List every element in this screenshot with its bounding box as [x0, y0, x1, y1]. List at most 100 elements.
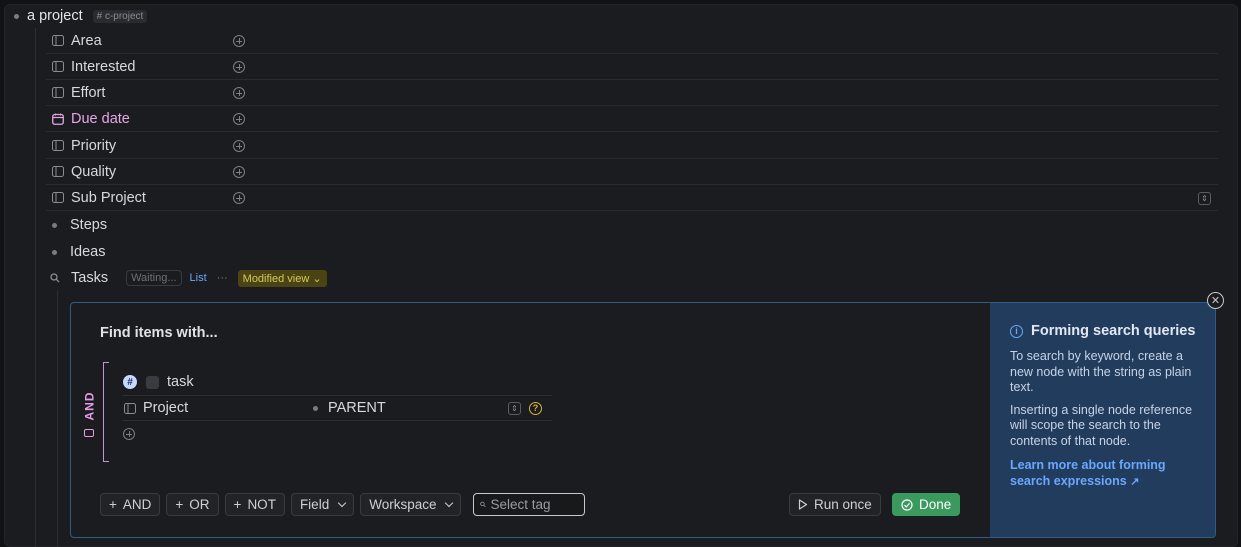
field-icon — [51, 139, 65, 153]
query-field-value-label[interactable]: PARENT — [328, 400, 386, 416]
root-node[interactable]: a project # c-project — [14, 6, 148, 26]
select-tag-field[interactable] — [473, 493, 586, 516]
help-paragraph: To search by keyword, create a new node … — [1010, 349, 1192, 394]
query-field-value[interactable]: PARENT — [313, 400, 386, 416]
close-icon[interactable]: ✕ — [1207, 292, 1224, 309]
modified-view-label: Modified view — [242, 272, 310, 285]
field-row-due-date[interactable]: Due date — [46, 106, 1218, 132]
stepper-icon[interactable]: ⇕ — [1198, 192, 1211, 205]
field-dropdown[interactable]: Field — [290, 493, 355, 516]
and-bracket — [103, 362, 109, 462]
root-node-title[interactable]: a project — [27, 8, 83, 24]
calendar-icon — [51, 112, 65, 126]
query-title: Find items with... — [100, 325, 218, 341]
query-tag-row[interactable]: # task — [123, 369, 552, 395]
workspace-dropdown[interactable]: Workspace — [360, 493, 462, 516]
field-icon — [51, 86, 65, 100]
chevron-down-icon — [445, 498, 454, 507]
add-not-button[interactable]: + NOT — [224, 493, 285, 516]
learn-more-label[interactable]: Learn more about forming search expressi… — [1010, 458, 1166, 488]
indent-guide — [57, 290, 58, 547]
node-label[interactable]: Ideas — [70, 244, 105, 260]
operator-icon — [84, 429, 94, 437]
search-node-tasks[interactable]: Tasks Waiting... List ··· Modified view … — [50, 266, 327, 290]
add-value-icon[interactable] — [233, 112, 245, 125]
help-icon[interactable]: ? — [529, 401, 542, 415]
waiting-chip: Waiting... — [126, 270, 182, 286]
field-row-area[interactable]: Area — [46, 28, 1218, 54]
add-value-icon[interactable] — [233, 34, 245, 47]
field-row-interested[interactable]: Interested — [46, 54, 1218, 80]
add-and-button[interactable]: + AND — [100, 493, 161, 516]
node-label[interactable]: Steps — [70, 217, 107, 233]
add-condition-icon[interactable] — [123, 428, 135, 440]
search-icon — [480, 501, 487, 508]
search-query-panel: Find items with... AND # task Project PA… — [70, 302, 1216, 538]
node-bullet[interactable] — [52, 249, 57, 255]
query-add-row[interactable] — [123, 421, 552, 447]
search-node-label[interactable]: Tasks — [71, 270, 108, 286]
field-label: Priority — [71, 137, 117, 154]
search-help-sidebar: i Forming search queries To search by ke… — [990, 303, 1215, 537]
field-row-effort[interactable]: Effort — [46, 80, 1218, 106]
done-button[interactable]: Done — [892, 493, 961, 516]
modified-view-button[interactable]: Modified view ⌄ — [237, 269, 327, 287]
done-label: Done — [919, 497, 952, 512]
add-or-button[interactable]: + OR — [166, 493, 219, 516]
more-options-icon[interactable]: ··· — [217, 272, 228, 284]
query-tag-label[interactable]: task — [167, 374, 194, 390]
add-not-label: NOT — [247, 497, 276, 512]
add-value-icon[interactable] — [233, 165, 245, 178]
plus-icon: + — [109, 497, 117, 512]
select-tag-input[interactable] — [490, 497, 579, 512]
view-list-link[interactable]: List — [190, 272, 207, 284]
hash-icon: # — [123, 375, 137, 389]
help-title: i Forming search queries — [1010, 323, 1196, 339]
add-value-icon[interactable] — [233, 60, 245, 73]
indent-guide — [35, 28, 36, 547]
field-dropdown-label: Field — [299, 497, 330, 512]
field-label: Effort — [71, 84, 106, 101]
field-row-quality[interactable]: Quality — [46, 159, 1218, 185]
play-icon — [798, 499, 808, 510]
add-value-icon[interactable] — [233, 86, 245, 99]
external-link-icon: ↗ — [1130, 475, 1140, 488]
learn-more-link[interactable]: Learn more about forming search expressi… — [1010, 458, 1196, 490]
field-label: Sub Project — [71, 189, 146, 206]
query-toolbar: + AND + OR + NOT Field Workspace — [100, 493, 586, 516]
add-value-icon[interactable] — [233, 191, 245, 204]
help-paragraph: Inserting a single node reference will s… — [1010, 402, 1193, 448]
checkbox-icon[interactable] — [146, 375, 159, 389]
node-steps[interactable]: Steps — [52, 213, 107, 237]
check-circle-icon — [901, 498, 913, 511]
add-value-icon[interactable] — [233, 139, 245, 152]
supertag-chip[interactable]: # c-project — [92, 9, 148, 23]
run-once-label: Run once — [814, 497, 872, 512]
and-operator-toggle[interactable]: AND — [75, 387, 103, 437]
field-label: Area — [71, 32, 102, 49]
field-icon — [51, 191, 65, 205]
search-icon[interactable] — [50, 270, 60, 286]
node-bullet — [313, 405, 318, 411]
field-icon — [51, 60, 65, 74]
add-or-label: OR — [189, 497, 210, 512]
node-bullet[interactable] — [14, 13, 19, 19]
chevron-down-icon: ⌄ — [312, 272, 322, 285]
node-ideas[interactable]: Ideas — [52, 240, 105, 264]
field-row-priority[interactable]: Priority — [46, 133, 1218, 159]
chevron-down-icon — [337, 498, 347, 507]
run-once-button[interactable]: Run once — [789, 493, 881, 516]
field-icon — [123, 401, 137, 415]
field-icon — [51, 34, 65, 48]
field-icon — [51, 165, 65, 179]
workspace-dropdown-label: Workspace — [369, 497, 437, 512]
stepper-icon[interactable]: ⇕ — [508, 401, 521, 415]
help-title-text: Forming search queries — [1031, 323, 1196, 339]
info-icon: i — [1010, 324, 1023, 338]
field-label: Due date — [71, 110, 130, 127]
node-bullet[interactable] — [52, 222, 57, 228]
add-and-label: AND — [122, 497, 152, 512]
query-field-row[interactable]: Project PARENT ⇕ ? — [123, 395, 552, 421]
field-row-sub-project[interactable]: Sub Project — [46, 185, 1218, 211]
query-field-label: Project — [143, 400, 189, 416]
